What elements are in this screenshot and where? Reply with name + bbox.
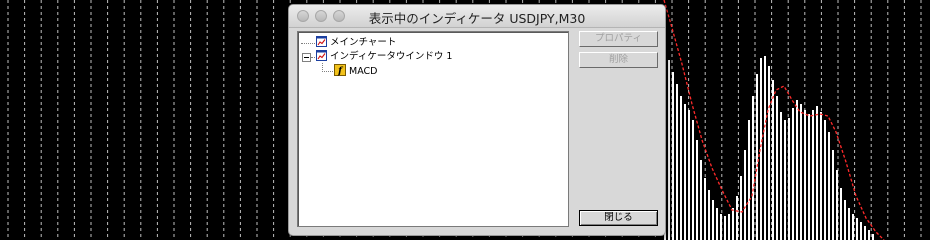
dialog-titlebar[interactable]: 表示中のインディケータ USDJPY,M30 xyxy=(289,5,665,28)
histogram-bar xyxy=(684,104,686,240)
histogram-bar xyxy=(780,112,782,240)
histogram-bar xyxy=(740,176,742,240)
collapse-toggle[interactable] xyxy=(302,53,311,62)
histogram-bar xyxy=(864,226,866,240)
histogram-bar xyxy=(812,110,814,240)
tree-item-label: インディケータウインドウ 1 xyxy=(330,51,453,62)
tree-connector xyxy=(311,57,315,58)
histogram-bar xyxy=(872,234,874,240)
histogram-bar xyxy=(816,106,818,240)
histogram-bar xyxy=(824,120,826,240)
tree-item-indicator-window[interactable]: インディケータウインドウ 1 xyxy=(316,50,452,64)
histogram-bar xyxy=(756,74,758,240)
histogram-bar xyxy=(852,214,854,240)
histogram-bar xyxy=(760,58,762,240)
histogram-bar xyxy=(676,84,678,240)
histogram-bar xyxy=(776,96,778,240)
tree-item-macd[interactable]: f MACD xyxy=(334,64,377,78)
histogram-bar xyxy=(768,66,770,240)
tree-item-label: MACD xyxy=(349,66,378,77)
tree-item-label: メインチャート xyxy=(330,37,397,48)
histogram-bar xyxy=(700,160,702,240)
histogram-bar xyxy=(820,112,822,240)
macd-histogram xyxy=(664,50,874,240)
histogram-bar xyxy=(708,190,710,240)
histogram-bar xyxy=(808,114,810,240)
tree-item-main-chart[interactable]: メインチャート xyxy=(316,36,396,50)
histogram-bar xyxy=(792,108,794,240)
histogram-bar xyxy=(720,214,722,240)
histogram-bar xyxy=(784,120,786,240)
histogram-bar xyxy=(856,218,858,240)
histogram-bar xyxy=(860,222,862,240)
histogram-bar xyxy=(688,110,690,240)
histogram-bar xyxy=(764,56,766,240)
histogram-bar xyxy=(696,140,698,240)
histogram-bar xyxy=(716,208,718,240)
chart-icon xyxy=(316,36,327,47)
histogram-bar xyxy=(840,188,842,240)
close-button[interactable]: 閉じる xyxy=(579,210,658,226)
tree-connector xyxy=(322,71,333,72)
dialog-title: 表示中のインディケータ USDJPY,M30 xyxy=(368,11,586,26)
properties-button[interactable]: プロパティ xyxy=(579,31,658,47)
histogram-bar xyxy=(800,104,802,240)
histogram-bar xyxy=(748,120,750,240)
delete-button[interactable]: 削除 xyxy=(579,52,658,68)
histogram-bar xyxy=(736,196,738,240)
histogram-bar xyxy=(692,120,694,240)
histogram-bar xyxy=(828,132,830,240)
histogram-bar xyxy=(704,178,706,240)
indicator-tree[interactable]: メインチャート インディケータウインドウ 1 f MACD xyxy=(297,31,569,227)
function-icon: f xyxy=(334,64,346,76)
histogram-bar xyxy=(836,170,838,240)
histogram-bar xyxy=(672,72,674,240)
histogram-bar xyxy=(868,230,870,240)
histogram-bar xyxy=(724,216,726,240)
histogram-bar xyxy=(752,96,754,240)
histogram-bar xyxy=(848,208,850,240)
histogram-bar xyxy=(712,200,714,240)
histogram-bar xyxy=(744,150,746,240)
chart-icon xyxy=(316,50,327,61)
histogram-bar xyxy=(788,118,790,240)
histogram-bar xyxy=(796,100,798,240)
histogram-bar xyxy=(804,110,806,240)
histogram-bar xyxy=(832,150,834,240)
histogram-bar xyxy=(772,80,774,240)
indicators-dialog: 表示中のインディケータ USDJPY,M30 メインチャート インディケータウイ… xyxy=(288,4,666,236)
histogram-bar xyxy=(668,60,670,240)
tree-connector xyxy=(301,43,315,44)
histogram-bar xyxy=(732,208,734,240)
histogram-bar xyxy=(680,96,682,240)
histogram-bar xyxy=(728,214,730,240)
histogram-bar xyxy=(844,200,846,240)
